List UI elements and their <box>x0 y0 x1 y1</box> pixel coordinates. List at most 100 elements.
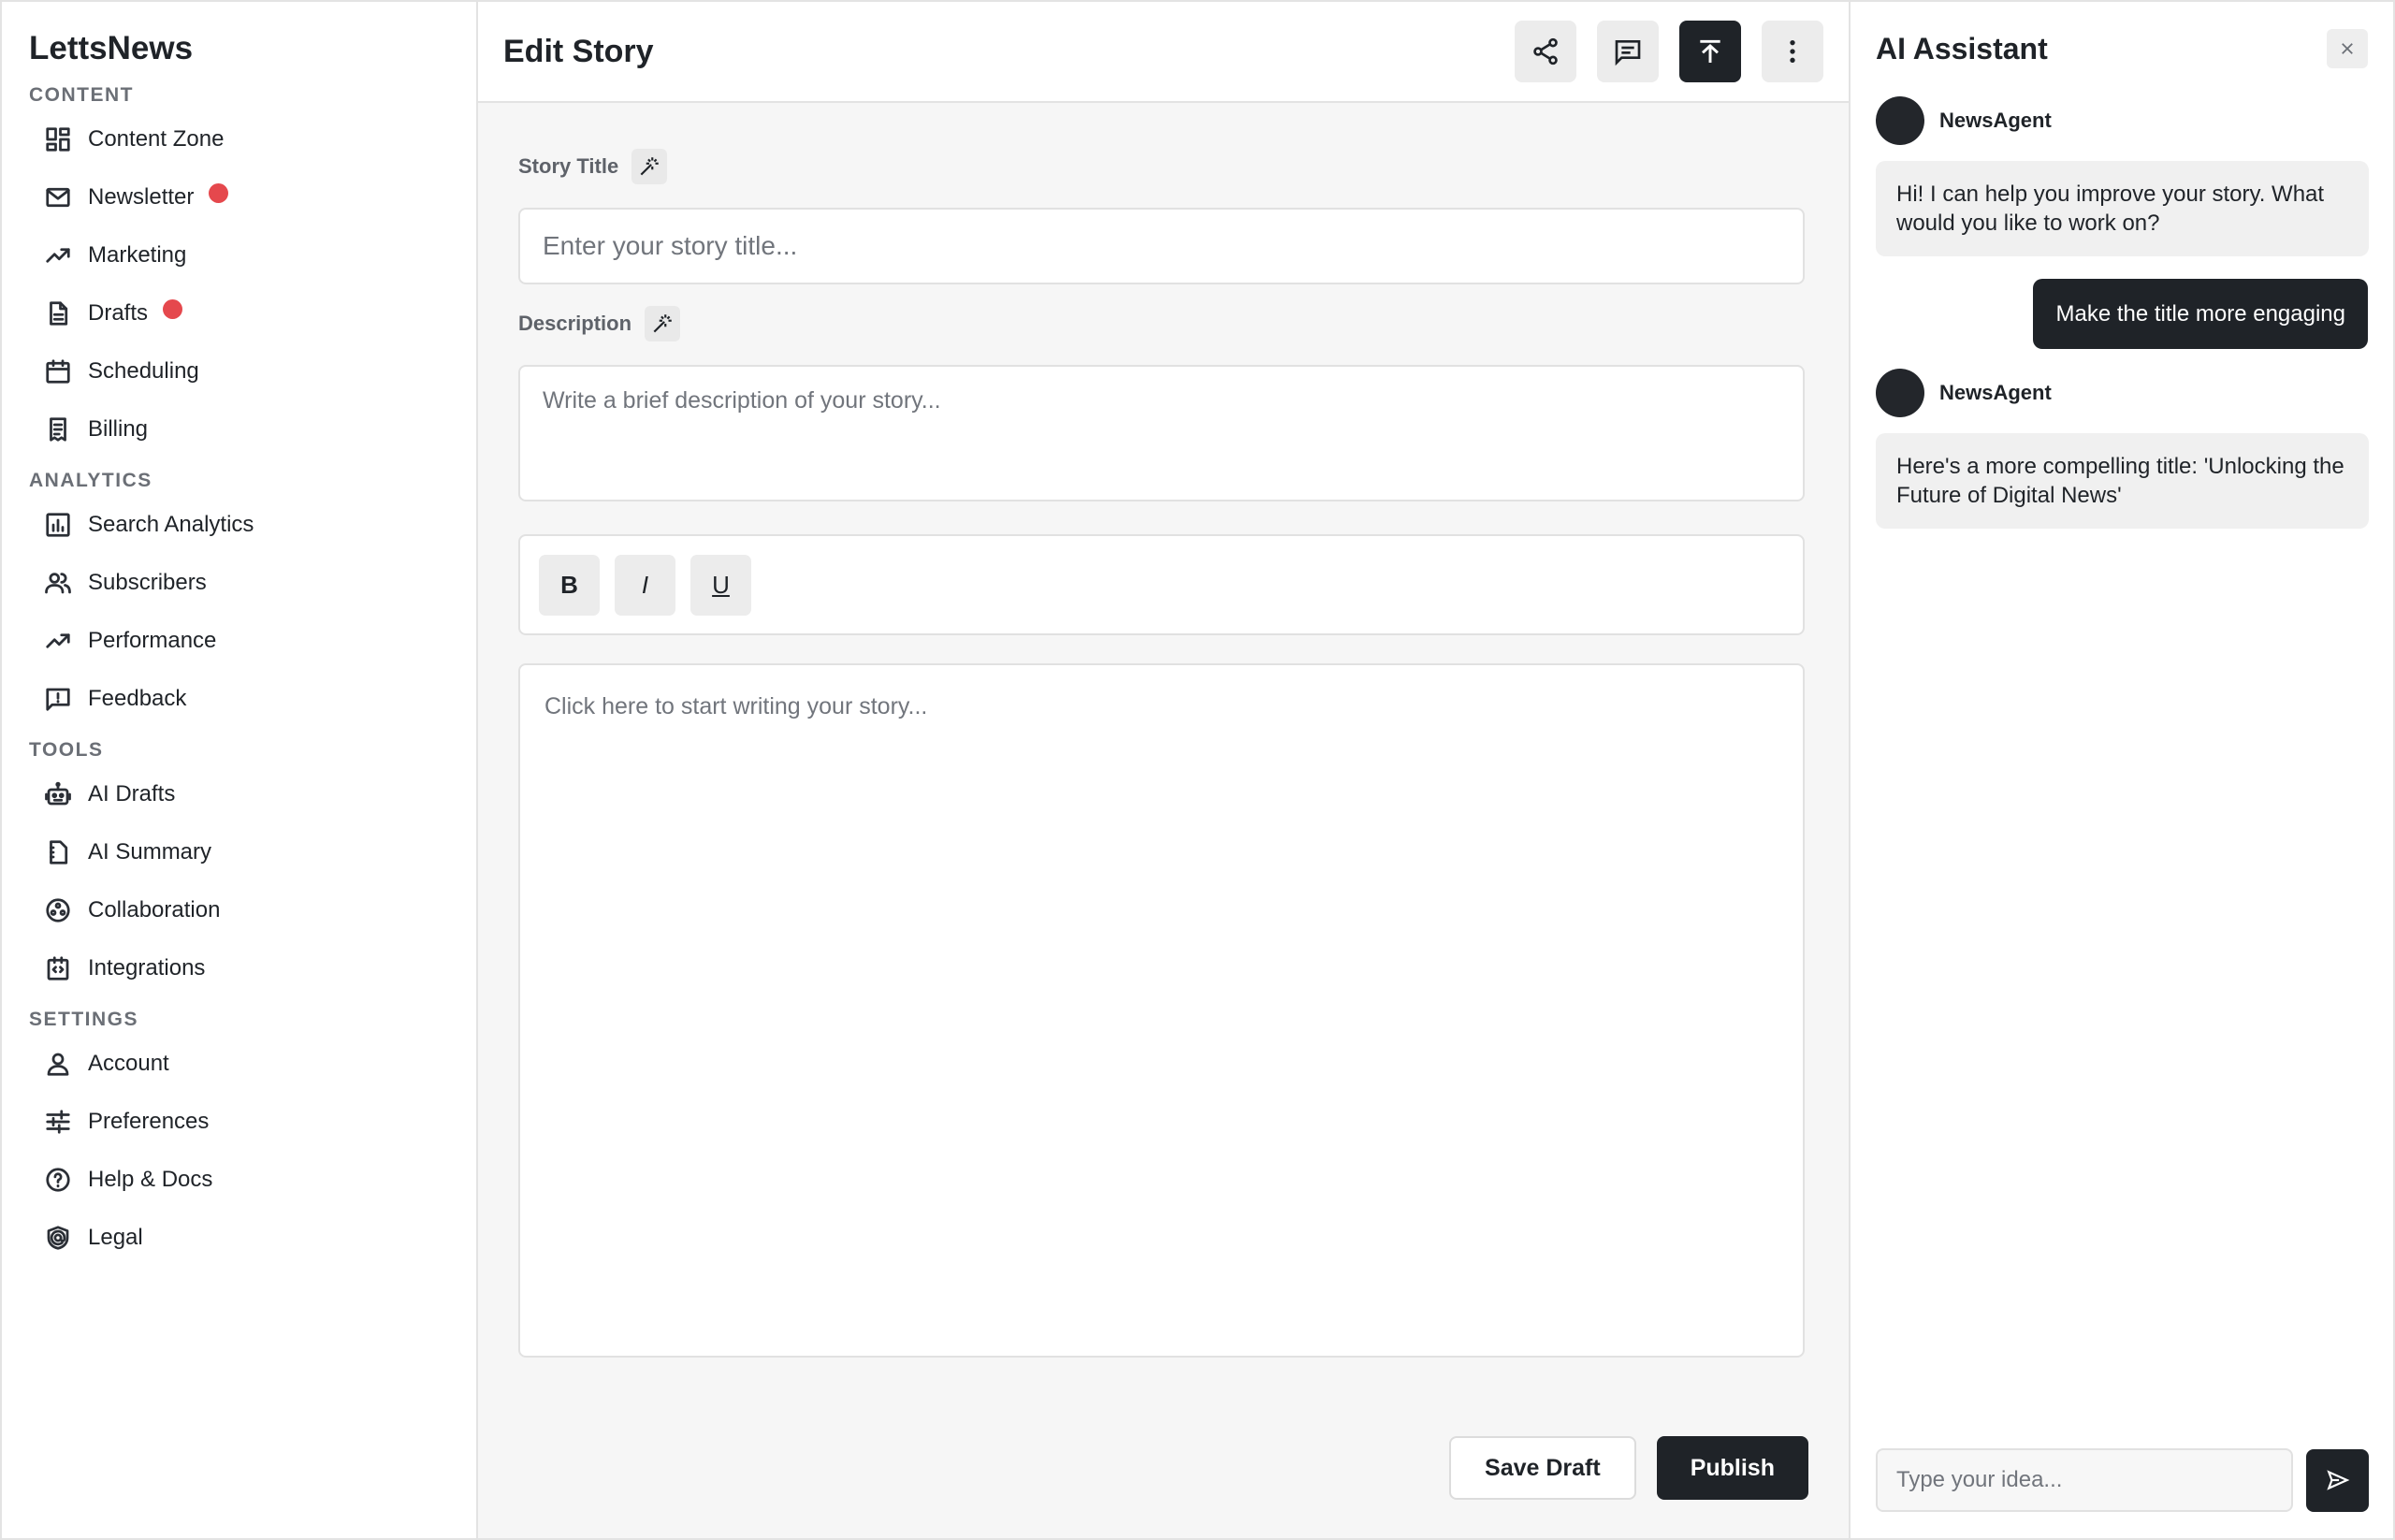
save-draft-button[interactable]: Save Draft <box>1449 1436 1636 1500</box>
underline-button[interactable]: U <box>690 554 751 616</box>
sidebar-item-content-zone[interactable]: Content Zone <box>2 110 476 168</box>
agent-avatar <box>1876 369 1924 417</box>
sidebar-item-label: Newsletter <box>88 184 195 210</box>
publish-button[interactable]: Publish <box>1656 1436 1808 1500</box>
chat-input[interactable] <box>1876 1448 2293 1512</box>
close-assistant-button[interactable] <box>2327 29 2368 68</box>
footer-actions: Save Draft Publish <box>1449 1436 1808 1500</box>
sidebar-item-label: Help & Docs <box>88 1167 213 1192</box>
sidebar-item-label: AI Drafts <box>88 781 176 806</box>
sidebar-item-collaboration[interactable]: Collaboration <box>2 881 476 939</box>
trending-up-icon <box>43 240 73 270</box>
magic-wand-icon <box>640 157 659 176</box>
sidebar-item-search-analytics[interactable]: Search Analytics <box>2 496 476 554</box>
chat-input-row <box>1876 1448 2369 1512</box>
sidebar-item-scheduling[interactable]: Scheduling <box>2 342 476 400</box>
description-label: Description <box>518 312 632 335</box>
sidebar-item-label: Collaboration <box>88 897 221 923</box>
share-icon <box>1533 37 1558 65</box>
sidebar-item-label: Subscribers <box>88 570 207 595</box>
agent-message-header: NewsAgent <box>1876 368 2368 418</box>
calendar-icon <box>43 356 73 386</box>
receipt-icon <box>43 414 73 444</box>
assistant-header: AI Assistant <box>1876 2 2368 95</box>
sidebar-item-preferences[interactable]: Preferences <box>2 1093 476 1151</box>
assistant-title: AI Assistant <box>1876 31 2048 65</box>
format-toolbar: B I U <box>518 534 1805 635</box>
sidebar-item-performance[interactable]: Performance <box>2 612 476 670</box>
story-body-editor[interactable]: Click here to start writing your story..… <box>518 663 1805 1358</box>
agent-message: Here's a more compelling title: 'Unlocki… <box>1876 433 2369 529</box>
editor-main: Edit Story Story Title Enter your story … <box>478 0 1849 1540</box>
sidebar-item-label: Billing <box>88 416 149 442</box>
brand-logo[interactable]: LettsNews <box>2 26 476 71</box>
summary-icon <box>43 837 73 867</box>
sidebar-item-subscribers[interactable]: Subscribers <box>2 554 476 612</box>
ai-description-button[interactable] <box>645 306 681 341</box>
sidebar-item-label: Account <box>88 1051 169 1076</box>
robot-icon <box>43 779 73 809</box>
person-icon <box>43 1049 73 1079</box>
sidebar-item-label: Search Analytics <box>88 512 254 537</box>
comments-button[interactable] <box>1597 21 1659 82</box>
user-message-row: Make the title more engaging <box>1876 279 2368 349</box>
header-actions <box>1515 21 1823 82</box>
sidebar-section-label: SETTINGS <box>29 1009 139 1030</box>
story-form: Story Title Description <box>478 103 1849 1358</box>
sidebar-item-integrations[interactable]: Integrations <box>2 939 476 997</box>
sidebar-item-label: Scheduling <box>88 358 199 384</box>
sidebar-item-legal[interactable]: Legal <box>2 1209 476 1267</box>
bar-chart-icon <box>43 510 73 540</box>
users-icon <box>43 568 73 598</box>
agent-avatar <box>1876 96 1924 145</box>
comment-icon <box>1615 40 1641 66</box>
upload-icon <box>1700 39 1720 63</box>
description-textarea[interactable] <box>518 365 1805 501</box>
sidebar-item-label: Marketing <box>88 242 187 268</box>
agent-message-header: NewsAgent <box>1876 95 2368 146</box>
italic-button[interactable]: I <box>615 554 675 616</box>
story-title-input[interactable] <box>518 208 1805 284</box>
publish-upload-button[interactable] <box>1679 21 1741 82</box>
close-icon <box>2342 43 2353 54</box>
sidebar: LettsNews CONTENT Content Zone Newsletter M… <box>0 0 478 1540</box>
sidebar-item-label: Preferences <box>88 1109 210 1134</box>
sidebar-item-ai-drafts[interactable]: AI Drafts <box>2 765 476 823</box>
notification-dot <box>209 182 229 203</box>
editor-placeholder: Click here to start writing your story..… <box>544 693 928 719</box>
sidebar-section-label: TOOLS <box>29 739 104 761</box>
story-title-label-row: Story Title <box>518 148 1808 185</box>
more-options-button[interactable] <box>1762 21 1823 82</box>
bold-button[interactable]: B <box>539 554 600 616</box>
sidebar-item-billing[interactable]: Billing <box>2 400 476 458</box>
ai-title-button[interactable] <box>631 149 668 184</box>
dashboard-icon <box>43 124 73 154</box>
integrations-icon <box>43 953 73 983</box>
story-title-label: Story Title <box>518 154 619 178</box>
shield-icon <box>43 1223 73 1253</box>
sidebar-item-marketing[interactable]: Marketing <box>2 226 476 284</box>
sidebar-item-help-docs[interactable]: Help & Docs <box>2 1151 476 1209</box>
sidebar-item-newsletter[interactable]: Newsletter <box>2 168 476 226</box>
sidebar-item-drafts[interactable]: Drafts <box>2 284 476 342</box>
sidebar-item-account[interactable]: Account <box>2 1035 476 1093</box>
sidebar-item-feedback[interactable]: Feedback <box>2 670 476 728</box>
main-header: Edit Story <box>478 2 1849 103</box>
mail-icon <box>43 182 73 212</box>
sidebar-item-label: Legal <box>88 1225 143 1250</box>
description-label-row: Description <box>518 305 1808 342</box>
sidebar-item-ai-summary[interactable]: AI Summary <box>2 823 476 881</box>
document-icon <box>43 298 73 328</box>
send-button[interactable] <box>2306 1448 2369 1512</box>
sidebar-item-label: Content Zone <box>88 126 225 152</box>
ai-assistant-panel: AI Assistant NewsAgent Hi! I can help yo… <box>1849 0 2395 1540</box>
notification-dot <box>163 298 183 319</box>
sidebar-section-label: CONTENT <box>29 84 134 106</box>
sidebar-item-label: AI Summary <box>88 839 212 864</box>
page-title: Edit Story <box>503 33 654 69</box>
share-button[interactable] <box>1515 21 1576 82</box>
send-icon <box>2326 1470 2349 1490</box>
agent-name: NewsAgent <box>1939 381 2052 404</box>
sidebar-item-label: Performance <box>88 628 217 653</box>
